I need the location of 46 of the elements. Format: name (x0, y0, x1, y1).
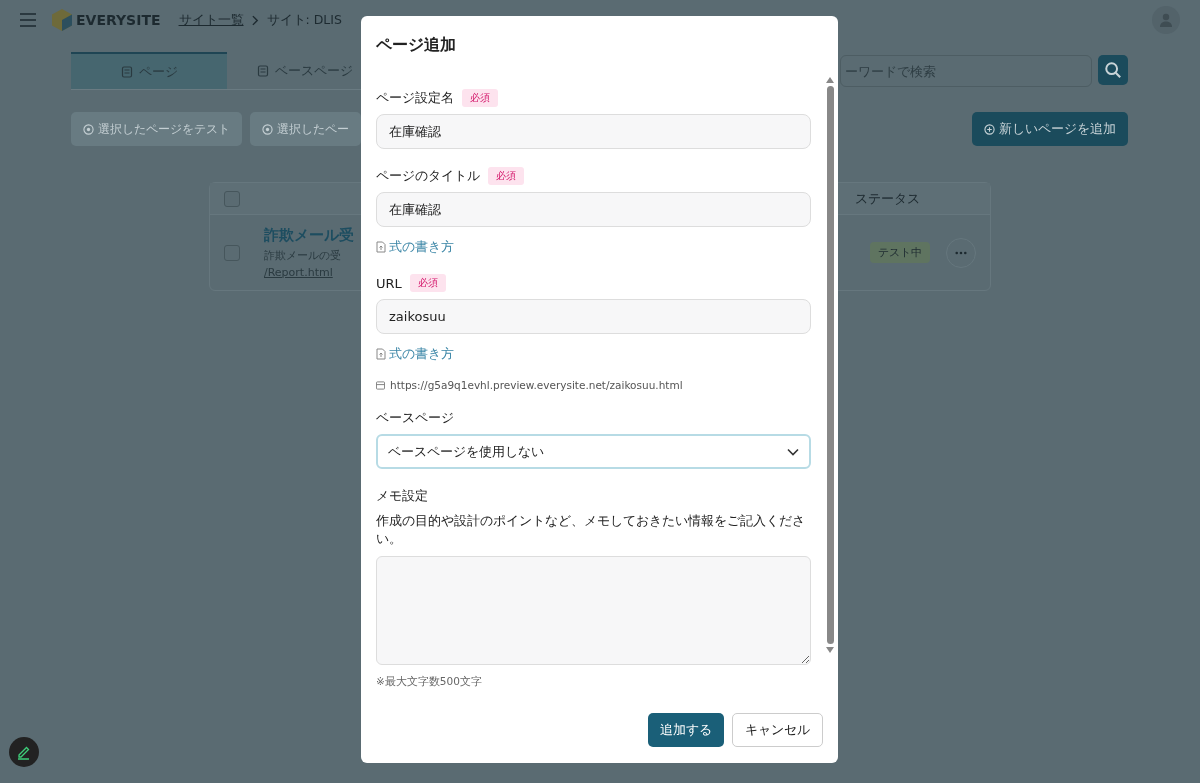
text-field[interactable]: 在庫確認 (376, 114, 811, 149)
help-link[interactable]: 式の書き方 (389, 238, 454, 256)
document-icon (120, 65, 133, 78)
help-link[interactable]: 式の書き方 (389, 345, 454, 363)
required-tag: 必須 (409, 274, 446, 292)
brand-name: EVERYSITE (76, 12, 161, 28)
memo-field[interactable] (376, 556, 811, 665)
status-tag: テスト中 (870, 242, 930, 263)
char-limit-note: ※最大文字数500文字 (376, 675, 483, 689)
scrollbar-thumb[interactable] (826, 86, 834, 644)
pencil-icon (16, 744, 32, 760)
text-field[interactable]: zaikosuu (376, 299, 811, 334)
document-icon (376, 241, 386, 253)
add-page-button[interactable]: 新しいページを追加 (972, 112, 1128, 146)
avatar-icon[interactable] (1152, 6, 1180, 34)
dialog-title: ページ追加 (376, 35, 456, 54)
page-icon (376, 380, 385, 390)
select-all-checkbox[interactable] (224, 190, 240, 207)
breadcrumb-current: サイト: DLIS (266, 11, 342, 29)
field-label: ページのタイトル (376, 167, 480, 185)
search-button[interactable] (1098, 55, 1128, 85)
field-description: 作成の目的や設計のポイントなど、メモしておきたい情報をご記入ください。 (376, 512, 806, 548)
plus-circle-icon (984, 123, 995, 135)
document-icon (376, 348, 386, 360)
field-label: ページ設定名 (376, 89, 454, 107)
more-icon (955, 250, 967, 255)
required-tag: 必須 (462, 89, 498, 107)
cube-logo-icon (52, 9, 72, 31)
chevron-icon (251, 14, 259, 26)
chevron-down-icon (787, 447, 799, 456)
text-field[interactable]: 在庫確認 (376, 192, 811, 227)
search-icon (1104, 60, 1122, 80)
scroll-down-icon[interactable] (826, 647, 834, 653)
cancel-button[interactable]: キャンセル (732, 713, 823, 747)
url-preview: https://g5a9q1evhl.preview.everysite.net/zaikosuu.html (390, 379, 683, 391)
submit-button[interactable]: 追加する (648, 713, 724, 747)
field-label: URL (376, 275, 402, 291)
menu-icon[interactable] (20, 13, 36, 27)
field-label: メモ設定 (376, 487, 428, 505)
edit-button[interactable] (9, 737, 39, 767)
field-label: ベースページ (376, 409, 454, 427)
base-page-select[interactable]: ベースページを使用しない (376, 434, 811, 469)
more-button[interactable] (946, 237, 976, 268)
required-tag: 必須 (488, 167, 524, 185)
document-icon (257, 64, 269, 77)
scroll-up-icon[interactable] (826, 77, 834, 83)
